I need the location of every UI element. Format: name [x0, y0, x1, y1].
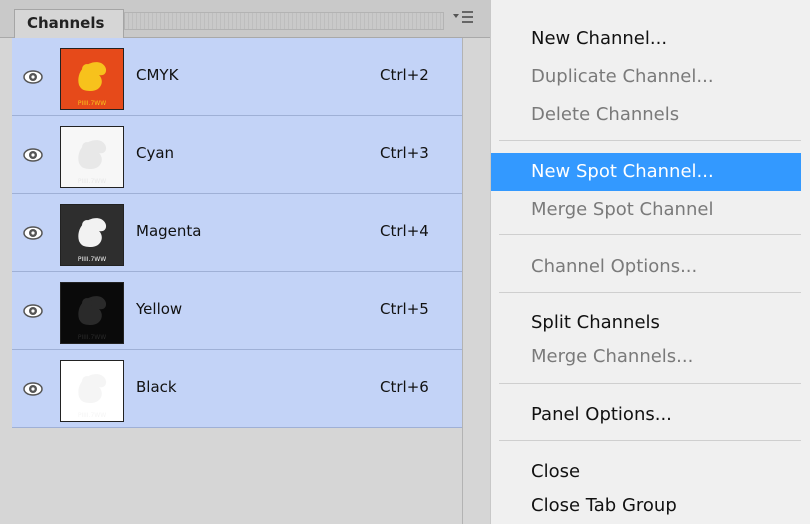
menu-item-channel-options: Channel Options...: [531, 256, 698, 277]
channel-row-black[interactable]: PIIII.7WW Black Ctrl+6: [12, 350, 462, 428]
channel-thumbnail: PIIII.7WW: [60, 126, 124, 188]
menu-item-duplicate-channel: Duplicate Channel...: [531, 66, 714, 87]
channel-shortcut: Ctrl+6: [380, 378, 429, 396]
menu-item-merge-spot-channel: Merge Spot Channel: [531, 199, 714, 220]
panel-menu-icon[interactable]: [450, 10, 476, 28]
eye-icon[interactable]: [22, 144, 44, 166]
menu-item-merge-channels: Merge Channels...: [531, 346, 694, 367]
menu-separator: [499, 440, 801, 441]
menu-item-panel-options[interactable]: Panel Options...: [491, 398, 810, 432]
thumbnail-caption: PIIII.7WW: [78, 256, 106, 263]
channels-flyout-menu: New Channel... Duplicate Channel... Dele…: [490, 0, 810, 524]
channel-name: Cyan: [136, 144, 175, 162]
channel-row-cmyk[interactable]: PIIII.7WW CMYK Ctrl+2: [12, 38, 462, 116]
channel-name: Yellow: [136, 300, 183, 318]
channel-thumbnail: PIIII.7WW: [60, 48, 124, 110]
channel-list: PIIII.7WW CMYK Ctrl+2 PIIII.7WW Cyan Ctrl+3 PI…: [12, 38, 462, 428]
channel-row-yellow[interactable]: PIIII.7WW Yellow Ctrl+5: [12, 272, 462, 350]
thumbnail-caption: PIIII.7WW: [78, 178, 106, 185]
menu-separator: [499, 140, 801, 141]
menu-item-delete-channels: Delete Channels: [531, 104, 680, 125]
channel-shortcut: Ctrl+5: [380, 300, 429, 318]
channel-name: CMYK: [136, 66, 179, 84]
menu-separator: [499, 234, 801, 235]
channel-row-cyan[interactable]: PIIII.7WW Cyan Ctrl+3: [12, 116, 462, 194]
channels-panel: Channels PIIII.7WW CMYK Ctrl+2 PIIII.7WW Cya…: [0, 0, 490, 524]
channel-thumbnail: PIIII.7WW: [60, 282, 124, 344]
menu-separator: [499, 383, 801, 384]
channel-name: Magenta: [136, 222, 202, 240]
menu-item-close[interactable]: Close: [491, 455, 810, 489]
menu-item-new-channel[interactable]: New Channel...: [491, 22, 810, 56]
channel-thumbnail: PIIII.7WW: [60, 360, 124, 422]
panel-tab-strip: [124, 12, 444, 30]
tab-channels[interactable]: Channels: [14, 9, 124, 39]
eye-icon[interactable]: [22, 66, 44, 88]
panel-header: Channels: [0, 0, 490, 39]
thumbnail-caption: PIIII.7WW: [78, 100, 106, 107]
thumbnail-caption: PIIII.7WW: [78, 334, 106, 341]
channel-shortcut: Ctrl+3: [380, 144, 429, 162]
channel-shortcut: Ctrl+2: [380, 66, 429, 84]
eye-icon[interactable]: [22, 222, 44, 244]
channel-shortcut: Ctrl+4: [380, 222, 429, 240]
channel-name: Black: [136, 378, 177, 396]
eye-icon[interactable]: [22, 378, 44, 400]
thumbnail-caption: PIIII.7WW: [78, 412, 106, 419]
panel-scroll-gutter: [462, 38, 490, 524]
channel-row-magenta[interactable]: PIIII.7WW Magenta Ctrl+4: [12, 194, 462, 272]
menu-item-close-tab-group[interactable]: Close Tab Group: [491, 489, 810, 523]
menu-separator: [499, 292, 801, 293]
menu-item-new-spot-channel[interactable]: New Spot Channel...: [491, 153, 801, 191]
channel-thumbnail: PIIII.7WW: [60, 204, 124, 266]
eye-icon[interactable]: [22, 300, 44, 322]
menu-item-split-channels[interactable]: Split Channels: [491, 306, 810, 340]
